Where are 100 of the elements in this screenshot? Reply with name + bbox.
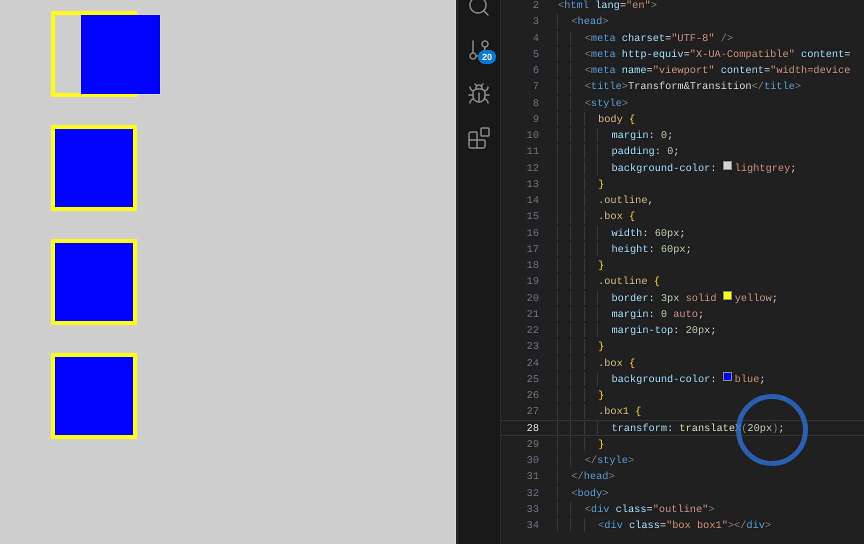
search-icon[interactable]	[467, 0, 491, 18]
tag-bracket: >	[650, 0, 657, 12]
tag-name: style	[590, 96, 622, 110]
number-value: 60px	[660, 242, 686, 256]
line-number: 34	[526, 519, 539, 532]
punctuation: =	[620, 0, 626, 12]
css-selector: .box	[598, 210, 623, 224]
line-number: 7	[532, 80, 539, 94]
line-number: 4	[532, 32, 539, 45]
line-number: 22	[526, 324, 539, 338]
number-value: 20px	[686, 324, 710, 338]
attribute-name: charset	[620, 32, 666, 45]
attribute-name: content	[720, 64, 764, 78]
brace: {	[652, 275, 660, 288]
tag-bracket: >	[602, 486, 608, 500]
tag-bracket: </	[584, 454, 598, 468]
attribute-name: lang	[594, 0, 620, 12]
count-badge: 20	[478, 50, 496, 64]
line-number: 23	[526, 340, 539, 354]
tag-bracket: <	[584, 64, 591, 78]
tag-bracket: ></	[728, 519, 746, 532]
css-value: blue	[734, 372, 760, 386]
tag-bracket: </	[752, 80, 764, 94]
line-number: 12	[526, 162, 539, 175]
css-selector: .box	[598, 356, 623, 370]
punctuation: =	[646, 502, 653, 516]
punctuation: ;	[698, 308, 704, 321]
punctuation: :	[710, 372, 718, 386]
tag-bracket: >	[794, 80, 802, 94]
attribute-name: http-equiv	[620, 48, 684, 61]
line-number: 32	[526, 486, 539, 500]
line-number: 15	[526, 210, 539, 224]
line-number: 5	[532, 48, 539, 61]
css-property: margin	[611, 129, 649, 142]
line-number: 6	[532, 64, 539, 78]
line-number: 2	[532, 0, 539, 12]
line-number: 29	[526, 438, 539, 451]
css-property: margin	[611, 308, 649, 321]
punctuation: =	[665, 32, 672, 45]
punctuation: ;	[673, 145, 680, 158]
punctuation: :	[642, 226, 650, 240]
string-value: "viewport"	[652, 64, 715, 78]
tag-name: head	[584, 470, 608, 484]
tag-name: div	[746, 519, 765, 532]
tag-bracket: <	[584, 32, 591, 45]
tag-name: title	[590, 80, 622, 94]
tag-name: meta	[590, 64, 616, 78]
line-number: 8	[532, 96, 539, 110]
punctuation: ;	[679, 226, 686, 240]
string-value: "outline"	[652, 502, 708, 516]
punctuation: ;	[686, 242, 692, 256]
css-value: solid	[684, 292, 718, 305]
line-number: 33	[526, 502, 539, 516]
attribute-name: name	[620, 64, 647, 78]
punctuation: :	[654, 145, 662, 158]
tag-bracket: <	[584, 48, 591, 61]
css-property: background-color	[611, 372, 710, 386]
css-value: lightgrey	[734, 162, 790, 175]
tag-bracket: />	[720, 32, 734, 45]
tag-name: div	[590, 502, 610, 516]
brace: }	[598, 340, 604, 354]
blocks-icon[interactable]	[467, 126, 491, 150]
number-value: 0	[660, 129, 668, 142]
tag-bracket: >	[602, 15, 608, 28]
punctuation: :	[648, 242, 656, 256]
tag-bracket: >	[628, 454, 634, 468]
punctuation: ;	[778, 422, 784, 435]
line-number: 18	[526, 259, 539, 272]
tag-name: title	[764, 80, 795, 94]
punctuation: =	[660, 519, 666, 532]
tag-name: meta	[590, 32, 616, 45]
css-property: background-color	[611, 162, 710, 175]
line-number: 25	[526, 372, 539, 386]
brace: {	[628, 356, 636, 370]
tag-bracket: )	[772, 422, 778, 435]
tag-bracket: >	[622, 80, 628, 94]
punctuation: ;	[667, 129, 674, 142]
element-text: Transform&Transition	[628, 80, 752, 94]
line-number: 21	[526, 308, 539, 321]
line-number: 16	[526, 226, 539, 240]
brace: {	[628, 112, 636, 126]
line-number: 24	[526, 356, 539, 370]
punctuation: =	[764, 64, 770, 78]
line-number: 10	[526, 129, 539, 142]
brace: {	[628, 210, 636, 224]
branch-icon[interactable]	[467, 38, 491, 62]
css-property: padding	[611, 145, 655, 158]
tag-name: style	[597, 454, 628, 468]
css-property: height	[611, 242, 649, 256]
attribute-name: class	[628, 519, 660, 532]
punctuation: :	[673, 324, 680, 338]
css-selector: .box1	[598, 405, 629, 418]
number-value: 0	[660, 308, 668, 321]
punctuation: =	[844, 48, 850, 61]
bug-icon[interactable]	[467, 82, 491, 106]
css-selector: body	[598, 112, 623, 126]
line-number: 19	[526, 275, 539, 288]
string-value: "UTF-8"	[671, 32, 715, 45]
number-value: 3px	[660, 292, 680, 305]
line-number: 13	[526, 178, 539, 191]
